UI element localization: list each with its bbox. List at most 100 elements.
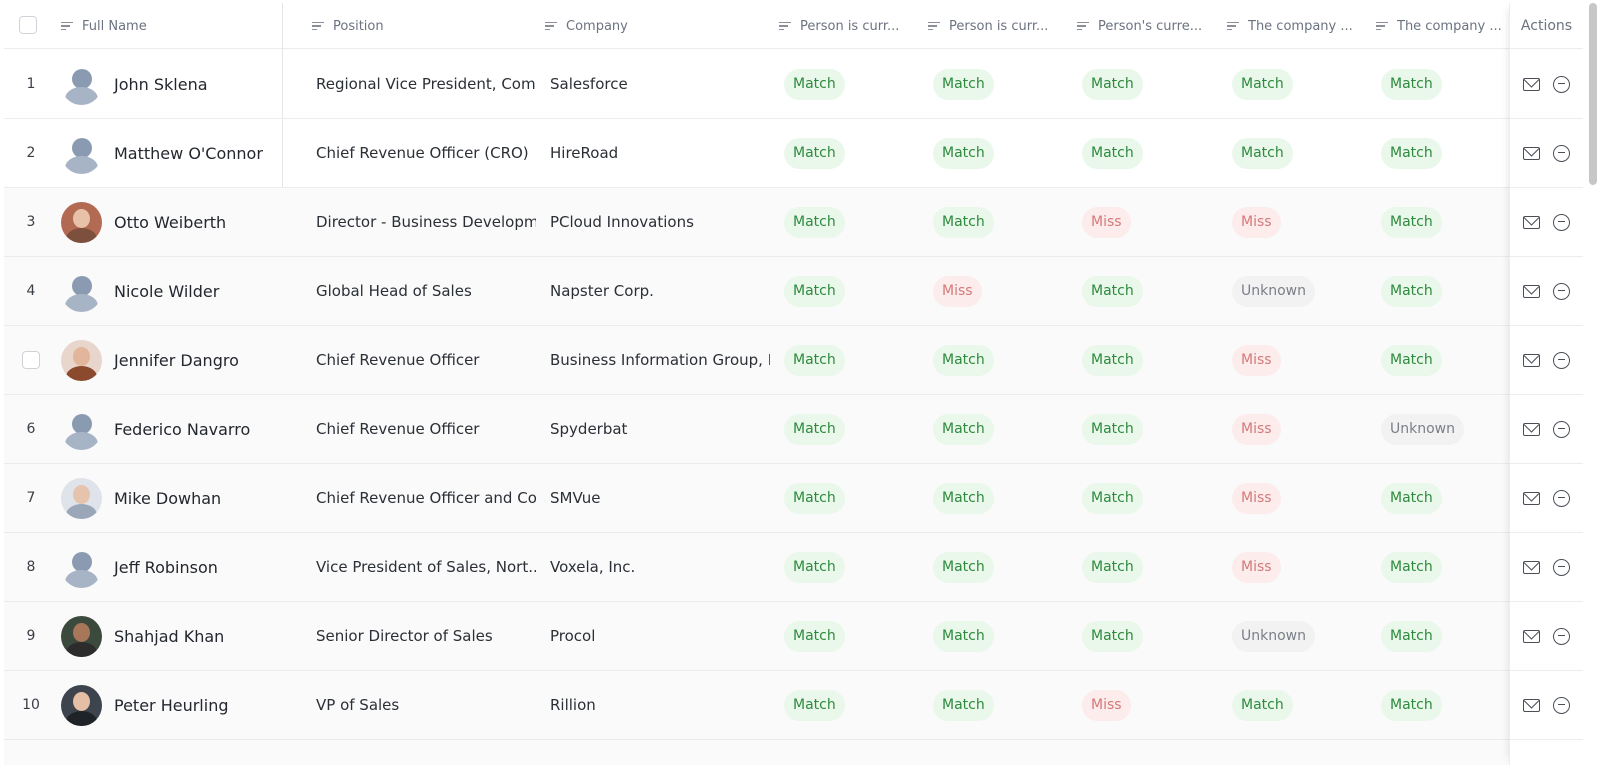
status-cell-3: Match	[1082, 326, 1212, 394]
status-badge: Miss	[1232, 206, 1281, 238]
avatar	[61, 64, 102, 105]
status-badge: Miss	[1232, 344, 1281, 376]
status-badge: Match	[1082, 68, 1143, 100]
row-actions	[1510, 188, 1583, 257]
row-actions	[1510, 257, 1583, 326]
header-label: The company ...	[1397, 18, 1502, 34]
header-status-1[interactable]: Person is curr...	[779, 3, 914, 49]
status-badge: Match	[784, 68, 845, 100]
status-cell-5: Match	[1381, 50, 1511, 118]
table-row[interactable]: 1 John Sklena Regional Vice President, C…	[4, 50, 1509, 119]
status-cell-3: Miss	[1082, 671, 1212, 739]
row-actions	[1510, 533, 1583, 602]
table-row[interactable]: 8 Jeff Robinson Vice President of Sales,…	[4, 533, 1509, 602]
mail-icon[interactable]	[1523, 629, 1540, 643]
mail-icon[interactable]	[1523, 77, 1540, 91]
full-name: Federico Navarro	[114, 419, 251, 439]
header-status-2[interactable]: Person is curr...	[928, 3, 1063, 49]
company-cell: Salesforce	[550, 50, 770, 118]
minus-circle-icon[interactable]	[1553, 420, 1570, 438]
minus-circle-icon[interactable]	[1553, 75, 1570, 93]
status-cell-4: Miss	[1232, 464, 1362, 532]
vertical-scrollbar[interactable]	[1586, 0, 1600, 765]
header-status-3[interactable]: Person's curre...	[1077, 3, 1212, 49]
status-cell-1: Match	[784, 326, 914, 394]
mail-icon[interactable]	[1523, 560, 1540, 574]
status-cell-4: Unknown	[1232, 602, 1362, 670]
row-actions	[1510, 395, 1583, 464]
table-header: Full Name Position Company Person is cur…	[4, 3, 1582, 49]
table-row[interactable]: Jennifer Dangro Chief Revenue Officer Bu…	[4, 326, 1509, 395]
status-badge: Match	[933, 620, 994, 652]
position-cell: Global Head of Sales	[316, 257, 536, 325]
minus-circle-icon[interactable]	[1553, 213, 1570, 231]
header-company[interactable]: Company	[545, 3, 755, 49]
position-cell: Chief Revenue Officer and Co...	[316, 464, 536, 532]
status-badge: Match	[784, 482, 845, 514]
position: Global Head of Sales	[316, 282, 472, 300]
table-row[interactable]: 10 Peter Heurling VP of Sales Rillion Ma…	[4, 671, 1509, 740]
avatar	[61, 684, 102, 726]
minus-circle-icon[interactable]	[1553, 282, 1570, 300]
position: VP of Sales	[316, 696, 400, 714]
company: Procol	[550, 627, 596, 645]
mail-icon[interactable]	[1523, 215, 1540, 229]
status-badge: Match	[1082, 413, 1143, 445]
minus-circle-icon[interactable]	[1553, 351, 1570, 369]
header-position[interactable]: Position	[312, 3, 522, 49]
minus-circle-icon[interactable]	[1553, 489, 1570, 507]
status-cell-5: Match	[1381, 326, 1511, 394]
status-cell-1: Match	[784, 533, 914, 601]
scrollbar-thumb[interactable]	[1589, 3, 1597, 185]
status-badge: Miss	[1232, 551, 1281, 583]
position: Senior Director of Sales	[316, 627, 493, 645]
status-cell-2: Match	[933, 326, 1063, 394]
table-row[interactable]: 4 Nicole Wilder Global Head of Sales Nap…	[4, 257, 1509, 326]
table-row[interactable]: 3 Otto Weiberth Director - Business Deve…	[4, 188, 1509, 257]
status-badge: Match	[933, 137, 994, 169]
mail-icon[interactable]	[1523, 146, 1540, 160]
minus-circle-icon[interactable]	[1553, 627, 1570, 645]
header-status-4[interactable]: The company ...	[1227, 3, 1362, 49]
table-row[interactable]: 6 Federico Navarro Chief Revenue Officer…	[4, 395, 1509, 464]
position: Vice President of Sales, Nort...	[316, 558, 536, 576]
minus-circle-icon[interactable]	[1553, 696, 1570, 714]
row-number: 7	[26, 490, 36, 506]
avatar	[61, 409, 102, 450]
status-badge: Unknown	[1232, 275, 1315, 307]
status-cell-2: Match	[933, 119, 1063, 187]
status-badge: Match	[784, 689, 845, 721]
table-row[interactable]: 7 Mike Dowhan Chief Revenue Officer and …	[4, 464, 1509, 533]
status-badge: Match	[1232, 137, 1293, 169]
minus-circle-icon[interactable]	[1553, 144, 1570, 162]
status-cell-4: Match	[1232, 119, 1362, 187]
select-all-checkbox[interactable]	[19, 16, 37, 34]
mail-icon[interactable]	[1523, 422, 1540, 436]
mail-icon[interactable]	[1523, 698, 1540, 712]
full-name-cell: Jennifer Dangro	[61, 326, 281, 394]
company: Rillion	[550, 696, 596, 714]
status-cell-3: Match	[1082, 602, 1212, 670]
header-status-5[interactable]: The company ...	[1376, 3, 1511, 49]
status-badge: Miss	[1082, 689, 1131, 721]
mail-icon[interactable]	[1523, 284, 1540, 298]
table-row[interactable]: 9 Shahjad Khan Senior Director of Sales …	[4, 602, 1509, 671]
header-full-name[interactable]: Full Name	[61, 3, 271, 49]
table-row-partial	[4, 740, 1509, 765]
full-name: Matthew O'Connor	[114, 143, 263, 163]
status-cell-2: Match	[933, 602, 1063, 670]
mail-icon[interactable]	[1523, 491, 1540, 505]
avatar	[61, 615, 102, 657]
position: Director - Business Developm...	[316, 213, 536, 231]
status-cell-5: Match	[1381, 533, 1511, 601]
company: HireRoad	[550, 144, 619, 162]
status-cell-1: Match	[784, 395, 914, 463]
table-row[interactable]: 2 Matthew O'Connor Chief Revenue Officer…	[4, 119, 1509, 188]
mail-icon[interactable]	[1523, 353, 1540, 367]
row-number: 10	[22, 697, 40, 713]
header-label: Full Name	[82, 18, 147, 34]
status-badge: Miss	[1232, 413, 1281, 445]
row-checkbox[interactable]	[22, 351, 40, 369]
minus-circle-icon[interactable]	[1553, 558, 1570, 576]
status-cell-5: Match	[1381, 119, 1511, 187]
